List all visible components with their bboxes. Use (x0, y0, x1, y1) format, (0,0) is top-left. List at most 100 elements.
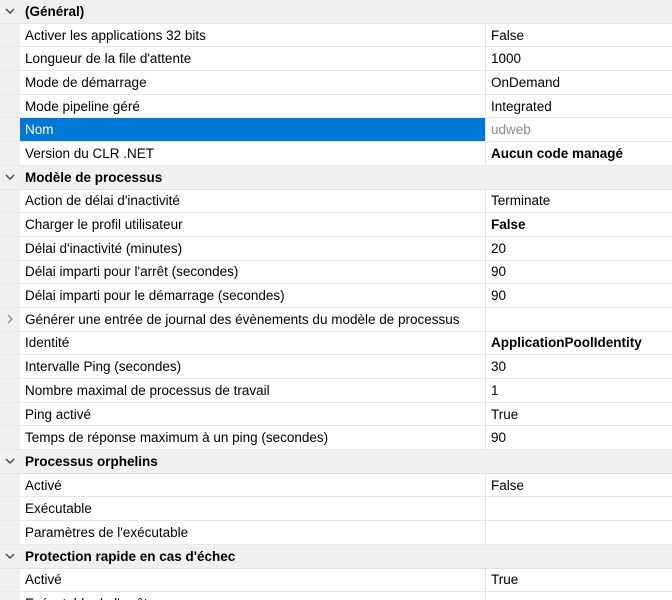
property-value[interactable] (486, 308, 672, 331)
property-row[interactable]: Mode pipeline géré Integrated (0, 94, 672, 119)
property-name[interactable]: Mode pipeline géré (20, 94, 486, 118)
property-row[interactable]: Nom udweb (0, 118, 672, 143)
property-value[interactable]: 1000 (486, 47, 672, 70)
property-row[interactable]: Activer les applications 32 bits False (0, 23, 672, 48)
row-gutter (0, 260, 20, 284)
property-value[interactable]: Integrated (486, 95, 672, 118)
property-value[interactable]: ApplicationPoolIdentity (486, 332, 672, 355)
property-value[interactable] (486, 497, 672, 520)
property-row[interactable]: Intervalle Ping (secondes) 30 (0, 355, 672, 379)
property-row[interactable]: Générer une entrée de journal des évènem… (0, 307, 672, 332)
property-name[interactable]: Action de délai d'inactivité (20, 189, 486, 213)
property-name[interactable]: Mode de démarrage (20, 71, 486, 94)
property-row[interactable]: Activé False (0, 473, 672, 498)
chevron-down-icon[interactable] (0, 458, 20, 465)
property-value[interactable]: Terminate (486, 190, 672, 213)
property-row[interactable]: Longueur de la file d'attente 1000 (0, 47, 672, 72)
property-name[interactable]: Activé (20, 568, 486, 592)
property-name[interactable]: Délai imparti pour le démarrage (seconde… (20, 284, 486, 307)
expand-gutter[interactable] (0, 307, 20, 331)
property-value[interactable] (486, 592, 672, 600)
property-name[interactable]: Activé (20, 473, 486, 497)
property-name[interactable]: Charger le profil utilisateur (20, 213, 486, 236)
category-title: (Général) (25, 3, 85, 19)
row-gutter (0, 142, 20, 165)
property-value[interactable]: OnDemand (486, 71, 672, 94)
property-name[interactable]: Paramètres de l'exécutable (20, 521, 486, 544)
property-row[interactable]: Paramètres de l'exécutable (0, 521, 672, 545)
category-title: Protection rapide en cas d'échec (25, 548, 236, 564)
property-value[interactable]: True (486, 403, 672, 426)
property-row[interactable]: Délai imparti pour l'arrêt (secondes) 90 (0, 260, 672, 285)
property-row[interactable]: Version du CLR .NET Aucun code managé (0, 142, 672, 166)
row-gutter (0, 118, 20, 142)
row-gutter (0, 236, 20, 260)
property-name[interactable]: Activer les applications 32 bits (20, 23, 486, 47)
category-title: Modèle de processus (25, 169, 163, 185)
row-gutter (0, 94, 20, 118)
property-name[interactable]: Nom (20, 118, 486, 142)
property-name[interactable]: Longueur de la file d'attente (20, 47, 486, 71)
property-value[interactable]: Aucun code managé (486, 142, 672, 165)
property-value[interactable]: 90 (486, 284, 672, 307)
property-row[interactable]: Ping activé True (0, 402, 672, 427)
row-gutter (0, 592, 20, 600)
row-gutter (0, 23, 20, 47)
category-header[interactable]: Protection rapide en cas d'échec (0, 544, 672, 569)
row-gutter (0, 71, 20, 94)
property-value[interactable]: 90 (486, 426, 672, 449)
property-grid: (Général) Activer les applications 32 bit… (0, 0, 672, 600)
property-value[interactable]: False (486, 24, 672, 47)
property-value[interactable] (486, 521, 672, 544)
property-row[interactable]: Identité ApplicationPoolIdentity (0, 331, 672, 356)
row-gutter (0, 213, 20, 236)
row-gutter (0, 402, 20, 426)
property-row[interactable]: Exécutable de l'arrêt (0, 592, 672, 600)
property-value[interactable]: False (486, 213, 672, 236)
chevron-down-icon[interactable] (0, 8, 20, 15)
property-row[interactable]: Charger le profil utilisateur False (0, 213, 672, 237)
row-gutter (0, 189, 20, 213)
row-gutter (0, 497, 20, 521)
property-value[interactable]: True (486, 569, 672, 592)
property-value[interactable]: False (486, 474, 672, 497)
property-value[interactable]: 20 (486, 237, 672, 260)
property-row[interactable]: Exécutable (0, 497, 672, 522)
property-name[interactable]: Identité (20, 331, 486, 355)
row-gutter (0, 521, 20, 544)
row-gutter (0, 47, 20, 71)
row-gutter (0, 355, 20, 378)
property-name[interactable]: Délai imparti pour l'arrêt (secondes) (20, 260, 486, 284)
property-name[interactable]: Exécutable (20, 497, 486, 521)
chevron-down-icon[interactable] (0, 553, 20, 560)
row-gutter (0, 331, 20, 355)
category-header[interactable]: Modèle de processus (0, 165, 672, 190)
property-name[interactable]: Nombre maximal de processus de travail (20, 379, 486, 402)
property-value[interactable]: 90 (486, 261, 672, 284)
property-row[interactable]: Action de délai d'inactivité Terminate (0, 189, 672, 214)
category-header[interactable]: Processus orphelins (0, 450, 672, 474)
property-name[interactable]: Ping activé (20, 402, 486, 426)
property-name[interactable]: Version du CLR .NET (20, 142, 486, 165)
property-row[interactable]: Temps de réponse maximum à un ping (seco… (0, 426, 672, 451)
property-value[interactable]: 30 (486, 355, 672, 378)
property-row[interactable]: Délai d'inactivité (minutes) 20 (0, 236, 672, 261)
property-row[interactable]: Nombre maximal de processus de travail 1 (0, 379, 672, 403)
row-gutter (0, 473, 20, 497)
property-row[interactable]: Délai imparti pour le démarrage (seconde… (0, 284, 672, 308)
property-row[interactable]: Activé True (0, 568, 672, 593)
chevron-right-icon[interactable] (7, 312, 14, 327)
property-name[interactable]: Générer une entrée de journal des évènem… (20, 307, 486, 331)
property-value[interactable]: 1 (486, 379, 672, 402)
property-name[interactable]: Exécutable de l'arrêt (20, 592, 486, 600)
chevron-down-icon[interactable] (0, 174, 20, 181)
row-gutter (0, 379, 20, 402)
property-name[interactable]: Temps de réponse maximum à un ping (seco… (20, 426, 486, 450)
category-header[interactable]: (Général) (0, 0, 672, 24)
row-gutter (0, 426, 20, 450)
property-row[interactable]: Mode de démarrage OnDemand (0, 71, 672, 95)
property-name[interactable]: Délai d'inactivité (minutes) (20, 236, 486, 260)
property-name[interactable]: Intervalle Ping (secondes) (20, 355, 486, 378)
category-title: Processus orphelins (25, 453, 158, 469)
row-gutter (0, 284, 20, 307)
